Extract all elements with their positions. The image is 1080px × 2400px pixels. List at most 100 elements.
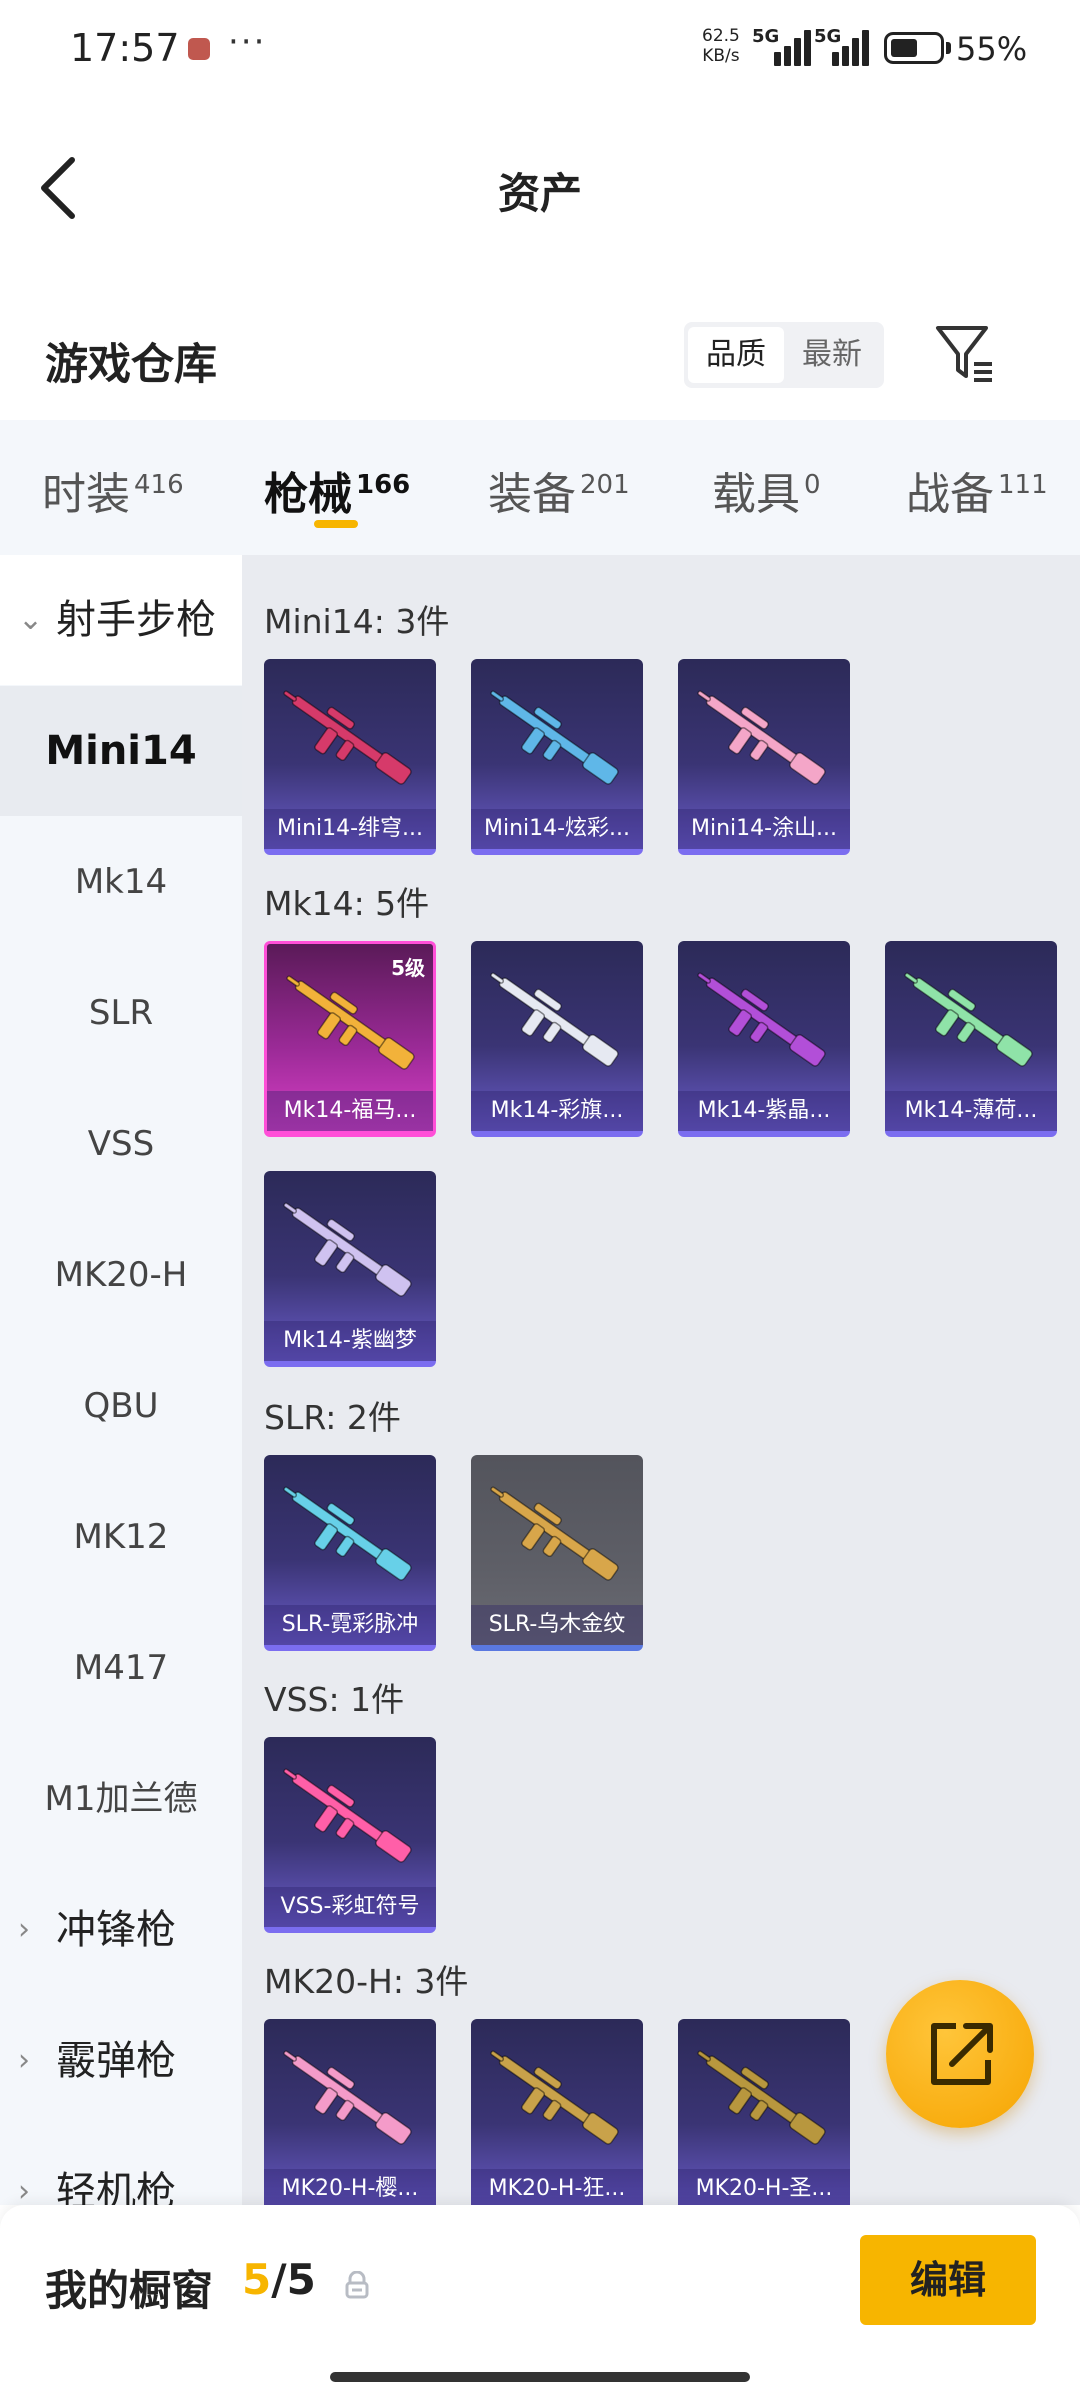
share-button[interactable] [886,1980,1034,2128]
sidebar-item-m1garand[interactable]: M1加兰德 [0,1734,242,1864]
tab-vehicles[interactable]: 载具 0 [712,458,821,522]
network-speed-unit: KB/s [702,46,740,66]
item-card[interactable]: 5级 Mk14-福马... [264,941,436,1137]
item-name: Mini14-绯穹... [264,809,436,849]
tab-fashion[interactable]: 时装 416 [42,458,184,522]
network-speed-value: 62.5 [702,26,740,46]
showcase-count: 5/5 [242,2255,316,2304]
item-card[interactable]: Mk14-紫晶... [678,941,850,1137]
item-card[interactable]: SLR-乌木金纹 [471,1455,643,1651]
sidebar-group-shotgun[interactable]: › 霰弹枪 [0,1996,242,2126]
sidebar-item-qbu[interactable]: QBU [0,1341,242,1471]
sidebar-group-marksman[interactable]: ⌄ 射手步枪 [0,555,242,685]
status-bar: 17:57 ··· 62.5 KB/s 5G 5G 55% [0,0,1080,100]
weapon-skin-image [490,972,619,1067]
tab-firearms[interactable]: 枪械 166 [264,458,410,522]
category-tabs: 时装 416 枪械 166 装备 201 载具 0 战备 111 [0,420,1080,555]
tab-equipment[interactable]: 装备 201 [488,458,630,522]
sidebar-group-lmg[interactable]: › 轻机枪 [0,2127,242,2205]
weapon-skin-image [490,2050,619,2145]
section-title: SLR: 2件 [264,1398,401,1437]
edit-button[interactable]: 编辑 [860,2235,1036,2325]
sidebar-group-label: 射手步枪 [56,597,216,643]
item-card[interactable]: Mini14-涂山... [678,659,850,855]
section-title: Mini14: 3件 [264,602,450,641]
signal-1-icon [752,30,811,66]
tab-label: 枪械 [264,469,352,520]
item-card[interactable]: MK20-H-狂... [471,2019,643,2205]
weapon-skin-image [697,972,826,1067]
showcase-count-current: 5 [242,2255,272,2304]
weapon-skin-image [283,690,412,785]
sidebar-item-mk20h[interactable]: MK20-H [0,1210,242,1340]
battery-percent: 55% [956,30,1028,68]
section-title: MK20-H: 3件 [264,1962,469,2001]
filter-icon [936,326,992,382]
item-level-badge: 5级 [391,956,425,980]
weapon-skin-image [697,690,826,785]
weapon-skin-image [904,972,1033,1067]
sidebar-item-vss[interactable]: VSS [0,1079,242,1209]
item-card[interactable]: Mk14-紫幽梦 [264,1171,436,1367]
tab-label: 载具 [712,469,800,520]
weapon-skin-image [283,1486,412,1581]
weapon-skin-image [490,1486,619,1581]
more-notifications-icon: ··· [228,22,267,62]
sidebar-group-smg[interactable]: › 冲锋枪 [0,1865,242,1995]
showcase-label: 我的橱窗 [45,2266,214,2315]
weapon-skin-image [697,2050,826,2145]
item-name: SLR-乌木金纹 [471,1605,643,1645]
sidebar-item-mini14[interactable]: Mini14 [0,686,242,816]
showcase-count-separator: / [271,2255,287,2304]
section-title: VSS: 1件 [264,1680,405,1719]
item-card[interactable]: MK20-H-樱... [264,2019,436,2205]
chevron-right-icon: › [18,2174,30,2205]
tab-count: 416 [134,470,184,501]
sidebar-item-mk12[interactable]: MK12 [0,1472,242,1602]
share-icon [931,2023,993,2085]
tab-count: 201 [580,470,630,501]
sort-toggle: 品质 最新 [684,322,884,388]
item-card[interactable]: VSS-彩虹符号 [264,1737,436,1933]
chevron-down-icon: ⌄ [18,602,44,637]
item-card[interactable]: Mini14-炫彩... [471,659,643,855]
item-card[interactable]: Mk14-彩旗... [471,941,643,1137]
sidebar-group-label: 轻机枪 [56,2169,176,2205]
sort-quality-option[interactable]: 品质 [688,327,784,383]
sort-newest-option[interactable]: 最新 [784,327,880,383]
showcase-count-total: 5 [286,2255,316,2304]
item-card[interactable]: Mk14-薄荷... [885,941,1057,1137]
item-name: MK20-H-圣... [678,2169,850,2205]
item-name: VSS-彩虹符号 [264,1887,436,1927]
signal-2-icon [818,30,874,66]
notification-app-icon [188,38,210,60]
item-card[interactable]: SLR-霓彩脉冲 [264,1455,436,1651]
battery-icon [884,32,944,64]
tab-count: 0 [804,470,821,501]
item-name: Mk14-紫幽梦 [264,1321,436,1361]
tab-label: 时装 [42,469,130,520]
showcase-bar: 我的橱窗 5/5 编辑 [0,2205,1080,2400]
item-card[interactable]: MK20-H-圣... [678,2019,850,2205]
item-name: Mk14-紫晶... [678,1091,850,1131]
sidebar-group-label: 冲锋枪 [56,1907,176,1953]
weapon-skin-image [283,1768,412,1863]
item-name: SLR-霓彩脉冲 [264,1605,436,1645]
filter-button[interactable] [930,318,1000,388]
sidebar-item-mk14[interactable]: Mk14 [0,817,242,947]
item-name: MK20-H-狂... [471,2169,643,2205]
sidebar-group-label: 霰弹枪 [56,2038,176,2084]
active-tab-indicator [314,520,358,528]
item-name: Mk14-薄荷... [885,1091,1057,1131]
section-title: Mk14: 5件 [264,884,430,923]
sidebar-item-m417[interactable]: M417 [0,1603,242,1733]
home-indicator [330,2372,750,2382]
sidebar-item-slr[interactable]: SLR [0,948,242,1078]
page-title: 资产 [497,169,582,218]
chevron-right-icon: › [18,2043,30,2078]
item-name: Mk14-彩旗... [471,1091,643,1131]
chevron-right-icon: › [18,1912,30,1947]
tab-supplies[interactable]: 战备 111 [906,458,1048,522]
item-card[interactable]: Mini14-绯穹... [264,659,436,855]
app-header: 资产 [0,100,1080,280]
